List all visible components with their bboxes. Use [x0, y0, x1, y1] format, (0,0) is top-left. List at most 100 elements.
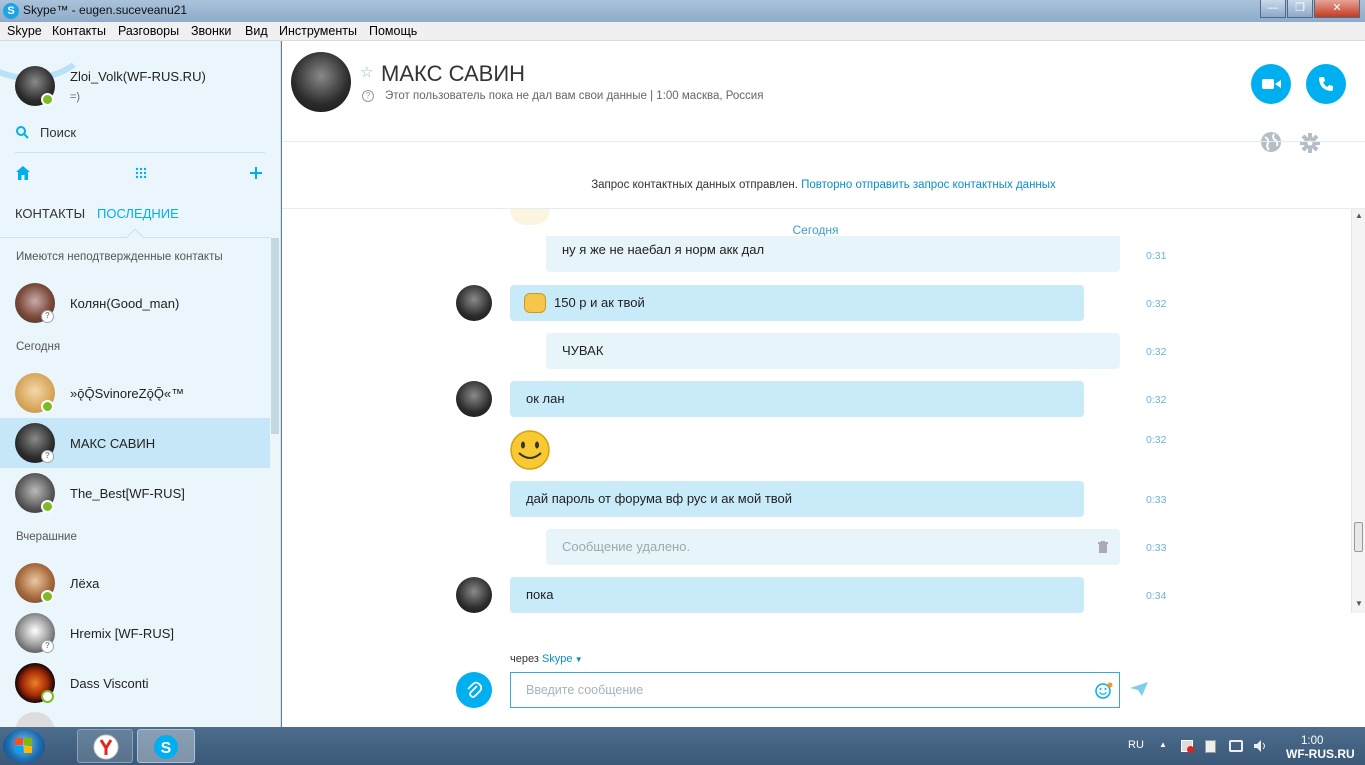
- away-status-icon: [41, 690, 54, 703]
- profile-mood: =): [70, 91, 81, 103]
- audio-call-button[interactable]: [1306, 64, 1346, 104]
- search-bar[interactable]: Поиск: [0, 121, 280, 145]
- message-time: 0:32: [1146, 434, 1167, 446]
- menu-view[interactable]: Вид: [245, 24, 268, 38]
- trash-icon[interactable]: [1098, 541, 1108, 553]
- tray-expand-icon[interactable]: ▲: [1159, 740, 1167, 749]
- message-bubble-incoming[interactable]: пока: [510, 577, 1084, 613]
- unknown-status-icon: ?: [41, 310, 54, 323]
- message-text: Сообщение удалено.: [562, 539, 691, 554]
- message-avatar: [456, 577, 492, 613]
- minimize-button[interactable]: —: [1260, 0, 1286, 18]
- contact-name: Лёха: [70, 576, 100, 591]
- online-status-icon: [41, 400, 54, 413]
- menu-tools[interactable]: Инструменты: [279, 24, 357, 38]
- home-icon[interactable]: [15, 165, 31, 181]
- taskbar-yandex-browser[interactable]: [77, 729, 133, 763]
- scroll-down-arrow-icon[interactable]: ▼: [1355, 599, 1363, 608]
- chat-scrollbar[interactable]: ▲ ▼: [1351, 209, 1365, 613]
- contact-title: МАКС САВИН: [381, 61, 526, 86]
- conversation-pane: ☆ МАКС САВИН ? Этот пользователь пока не…: [282, 41, 1365, 727]
- resend-request-link[interactable]: Повторно отправить запрос контактных дан…: [801, 179, 1056, 191]
- tray-network-icon[interactable]: [1229, 740, 1243, 752]
- tray-clipboard-icon[interactable]: [1205, 740, 1216, 753]
- emoticon-picker-icon[interactable]: [1095, 682, 1113, 700]
- favorite-star-icon[interactable]: ☆: [360, 63, 373, 81]
- recent-item[interactable]: ? Колян(Good_man): [0, 278, 270, 328]
- skype-logo-icon: S: [154, 735, 178, 759]
- settings-gear-icon[interactable]: [1300, 133, 1320, 153]
- menu-bar: Skype Контакты Разговоры Звонки Вид Инст…: [0, 22, 1365, 41]
- via-skype-dropdown[interactable]: Skype: [542, 653, 573, 665]
- contact-name: Dass Visconti: [70, 676, 149, 691]
- menu-conversations[interactable]: Разговоры: [118, 24, 179, 38]
- contact-name: The_Best[WF-RUS]: [70, 486, 185, 501]
- message-bubble-deleted[interactable]: Сообщение удалено.: [546, 529, 1120, 565]
- online-status-icon: [41, 590, 54, 603]
- tray-flag-icon[interactable]: [1181, 740, 1194, 753]
- globe-icon[interactable]: [1260, 131, 1282, 153]
- contact-name: Колян(Good_man): [70, 296, 180, 311]
- add-icon[interactable]: [249, 166, 263, 180]
- paperclip-icon: [467, 681, 482, 698]
- message-time: 0:31: [1146, 250, 1167, 262]
- recent-item[interactable]: »ǭǬSvinoreZǭǬ«™: [0, 368, 270, 418]
- date-divider: Сегодня: [792, 223, 839, 237]
- recent-item-selected[interactable]: ? МАКС САВИН: [0, 418, 270, 468]
- maximize-button[interactable]: ❐: [1287, 0, 1313, 18]
- menu-skype[interactable]: Skype: [7, 24, 42, 38]
- message-bubble-outgoing[interactable]: ЧУВАК: [546, 333, 1120, 369]
- message-time: 0:32: [1146, 394, 1167, 406]
- menu-calls[interactable]: Звонки: [191, 24, 231, 38]
- yesterday-header: Вчерашние: [16, 531, 77, 543]
- video-call-button[interactable]: [1251, 64, 1291, 104]
- menu-contacts[interactable]: Контакты: [52, 24, 106, 38]
- yandex-browser-icon: [93, 734, 119, 760]
- message-bubble-outgoing[interactable]: ну я же не наебал я норм акк дал: [546, 236, 1120, 272]
- recent-item[interactable]: The_Best[WF-RUS]: [0, 468, 270, 518]
- recent-item[interactable]: Dass Visconti: [0, 658, 270, 708]
- message-time: 0:33: [1146, 542, 1167, 554]
- message-bubble-incoming[interactable]: дай пароль от форума вф рус и ак мой тво…: [510, 481, 1084, 517]
- attach-button[interactable]: [456, 672, 492, 708]
- via-prefix: через: [510, 653, 539, 665]
- title-bar: S Skype™ - eugen.suceveanu21 — ❐ ✕: [0, 0, 1365, 22]
- today-header: Сегодня: [16, 341, 61, 353]
- message-text: 150 р и ак твой: [554, 295, 645, 310]
- svg-text:S: S: [161, 740, 172, 757]
- sidebar-scrollbar-thumb[interactable]: [271, 238, 279, 434]
- start-button[interactable]: [3, 729, 45, 763]
- chat-scrollbar-thumb[interactable]: [1354, 522, 1363, 552]
- chevron-down-icon[interactable]: ▼: [573, 655, 583, 664]
- tab-pointer: [126, 228, 144, 246]
- online-status-icon: [41, 500, 54, 513]
- sidebar-scrollbar[interactable]: [270, 238, 280, 727]
- message-input[interactable]: Введите сообщение: [510, 672, 1120, 708]
- contact-avatar[interactable]: [291, 52, 351, 112]
- tray-volume-icon[interactable]: [1253, 739, 1269, 753]
- unconfirmed-header: Имеются неподтвержденные контакты: [16, 251, 223, 263]
- taskbar-skype[interactable]: S: [137, 729, 195, 763]
- message-bubble-incoming[interactable]: ок лан: [510, 381, 1084, 417]
- message-bubble-incoming[interactable]: 150 р и ак твой: [510, 285, 1084, 321]
- recent-item[interactable]: Лёха: [0, 558, 270, 608]
- tab-recent[interactable]: ПОСЛЕДНИЕ: [97, 206, 179, 221]
- tab-contacts[interactable]: КОНТАКТЫ: [15, 206, 85, 221]
- recent-item[interactable]: ? Hremix [WF-RUS]: [0, 608, 270, 658]
- dialpad-icon[interactable]: [135, 167, 147, 179]
- avatar: [15, 712, 55, 727]
- scroll-up-arrow-icon[interactable]: ▲: [1355, 211, 1363, 220]
- divider: [15, 152, 265, 153]
- sidebar: Zloi_Volk(WF-RUS.RU) =) Поиск КОНТАКТЫ П…: [0, 41, 281, 727]
- send-icon[interactable]: [1130, 682, 1148, 696]
- menu-help[interactable]: Помощь: [369, 24, 417, 38]
- via-label: через Skype ▼: [510, 653, 583, 665]
- contact-name: МАКС САВИН: [70, 436, 156, 451]
- language-indicator[interactable]: RU: [1128, 739, 1144, 751]
- message-time: 0:34: [1146, 590, 1167, 602]
- skype-app-icon: S: [3, 3, 19, 19]
- profile-card[interactable]: Zloi_Volk(WF-RUS.RU) =): [0, 61, 280, 111]
- close-button[interactable]: ✕: [1314, 0, 1360, 18]
- smile-emoticon-icon[interactable]: [509, 429, 551, 471]
- message-time: 0:32: [1146, 346, 1167, 358]
